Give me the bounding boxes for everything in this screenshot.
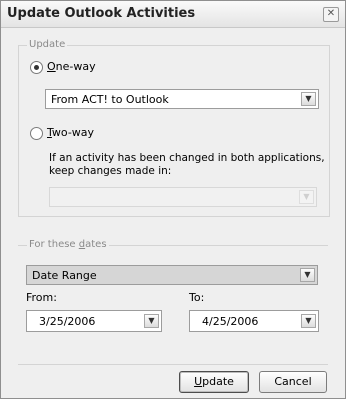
- to-date-picker[interactable]: 4/25/2006 ▼: [189, 310, 319, 332]
- dates-group: [18, 245, 328, 365]
- to-label: To:: [189, 291, 205, 304]
- chevron-down-icon[interactable]: ▼: [301, 314, 316, 328]
- dates-group-legend: For these dates: [27, 239, 109, 250]
- direction-select[interactable]: From ACT! to Outlook ▼: [45, 89, 319, 109]
- chevron-down-icon: ▼: [299, 190, 314, 204]
- update-button-label: pdate: [202, 375, 234, 388]
- direction-select-value: From ACT! to Outlook: [51, 93, 169, 106]
- conflict-text-line2: keep changes made in:: [49, 165, 172, 177]
- one-way-label-text: ne-way: [55, 60, 96, 73]
- two-way-label[interactable]: Two-way: [47, 126, 94, 139]
- two-way-label-text: wo-way: [51, 126, 95, 139]
- from-date-picker[interactable]: 3/25/2006 ▼: [26, 310, 162, 332]
- from-date-value: 3/25/2006: [39, 315, 96, 328]
- chevron-down-icon[interactable]: ▼: [300, 268, 315, 282]
- keep-changes-select[interactable]: ▼: [49, 187, 317, 207]
- one-way-label[interactable]: One-way: [47, 60, 96, 73]
- update-group-legend: Update: [27, 39, 68, 50]
- one-way-radio[interactable]: [30, 61, 43, 74]
- date-range-select-value: Date Range: [32, 269, 97, 282]
- update-outlook-activities-dialog: Update Outlook Activities ✕ Update One-w…: [0, 0, 346, 399]
- chevron-down-icon[interactable]: ▼: [301, 92, 316, 106]
- update-button[interactable]: Update: [179, 371, 249, 393]
- two-way-radio[interactable]: [30, 127, 43, 140]
- date-range-select[interactable]: Date Range ▼: [26, 265, 318, 285]
- chevron-down-icon[interactable]: ▼: [144, 314, 159, 328]
- dialog-title: Update Outlook Activities: [7, 6, 196, 21]
- to-date-value: 4/25/2006: [202, 315, 259, 328]
- conflict-text-line1: If an activity has been changed in both …: [49, 152, 325, 164]
- cancel-button[interactable]: Cancel: [259, 371, 327, 393]
- close-icon[interactable]: ✕: [323, 7, 339, 22]
- title-bar: Update Outlook Activities ✕: [1, 1, 345, 28]
- from-label: From:: [26, 291, 57, 304]
